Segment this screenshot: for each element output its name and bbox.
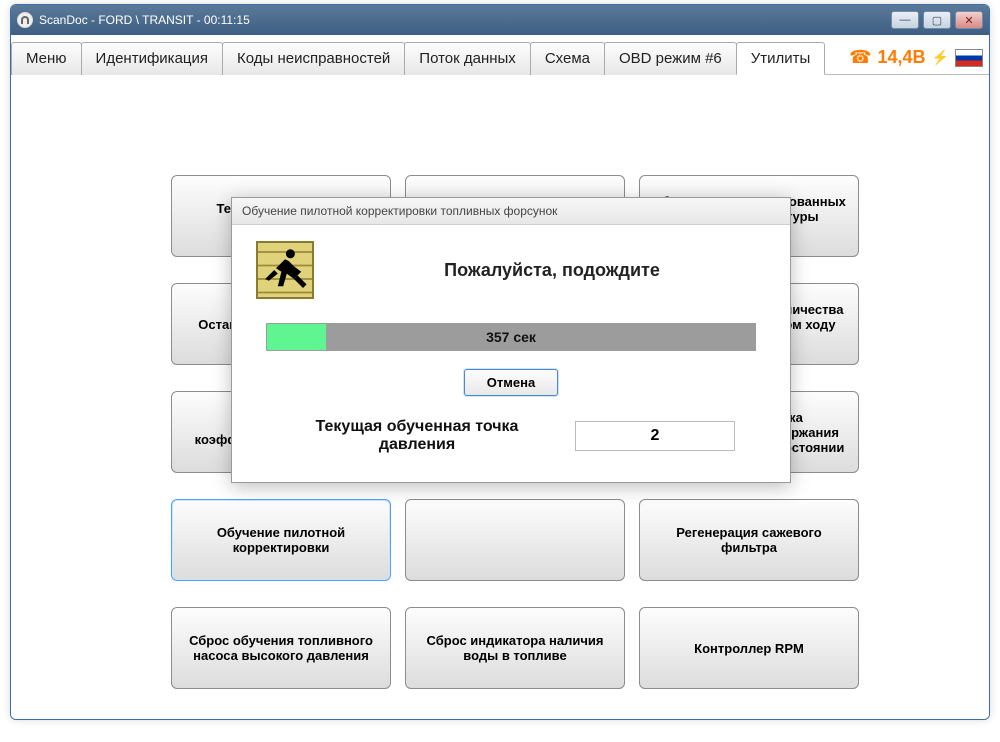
param-label: Текущая обученная точка давления	[287, 418, 547, 454]
maximize-button[interactable]: ▢	[923, 11, 951, 29]
connection-icon: ☎	[849, 47, 871, 68]
running-man-icon	[256, 241, 314, 299]
close-button[interactable]: ✕	[955, 11, 983, 29]
wait-row: Пожалуйста, подождите	[256, 241, 766, 299]
tab-dtc[interactable]: Коды неисправностей	[222, 42, 405, 75]
util-reset-hp-pump[interactable]: Сброс обучения топливного насоса высоког…	[171, 607, 391, 689]
window-title: ScanDoc - FORD \ TRANSIT - 00:11:15	[39, 13, 250, 27]
param-row: Текущая обученная точка давления 2	[256, 418, 766, 454]
progress-bar: 357 сек	[266, 323, 756, 351]
progress-label: 357 сек	[267, 324, 755, 350]
tab-obd6[interactable]: OBD режим #6	[604, 42, 737, 75]
dialog-body: Пожалуйста, подождите 357 сек Отмена Тек…	[232, 225, 790, 482]
wait-message: Пожалуйста, подождите	[338, 260, 766, 281]
cancel-button[interactable]: Отмена	[464, 369, 558, 396]
flag-ru-icon	[955, 49, 983, 67]
util-dpf-regen[interactable]: Регенерация сажевого фильтра	[639, 499, 859, 581]
dialog-title: Обучение пилотной корректировки топливны…	[232, 198, 790, 225]
status-right: ☎ 14,4B ⚡	[849, 41, 989, 74]
tab-dataflow[interactable]: Поток данных	[404, 42, 531, 75]
util-reset-water-in-fuel[interactable]: Сброс индикатора наличия воды в топливе	[405, 607, 625, 689]
content-area: Меню Идентификация Коды неисправностей П…	[11, 35, 989, 719]
tab-bar: Меню Идентификация Коды неисправностей П…	[11, 35, 989, 75]
app-icon	[17, 12, 33, 28]
minimize-button[interactable]: —	[891, 11, 919, 29]
window-controls: — ▢ ✕	[891, 11, 983, 29]
power-plug-icon: ⚡	[932, 49, 949, 66]
tab-schema[interactable]: Схема	[530, 42, 605, 75]
voltage-readout: 14,4B	[878, 47, 926, 68]
titlebar: ScanDoc - FORD \ TRANSIT - 00:11:15 — ▢ …	[11, 5, 989, 35]
progress-dialog: Обучение пилотной корректировки топливны…	[231, 197, 791, 483]
tab-menu[interactable]: Меню	[11, 42, 82, 75]
param-value: 2	[575, 421, 735, 451]
tab-utilities[interactable]: Утилиты	[736, 42, 826, 75]
util-rpm-controller[interactable]: Контроллер RPM	[639, 607, 859, 689]
util-r4c2[interactable]	[405, 499, 625, 581]
util-pilot-correction-learn[interactable]: Обучение пилотной корректировки	[171, 499, 391, 581]
app-window: ScanDoc - FORD \ TRANSIT - 00:11:15 — ▢ …	[10, 4, 990, 720]
tab-identification[interactable]: Идентификация	[81, 42, 223, 75]
